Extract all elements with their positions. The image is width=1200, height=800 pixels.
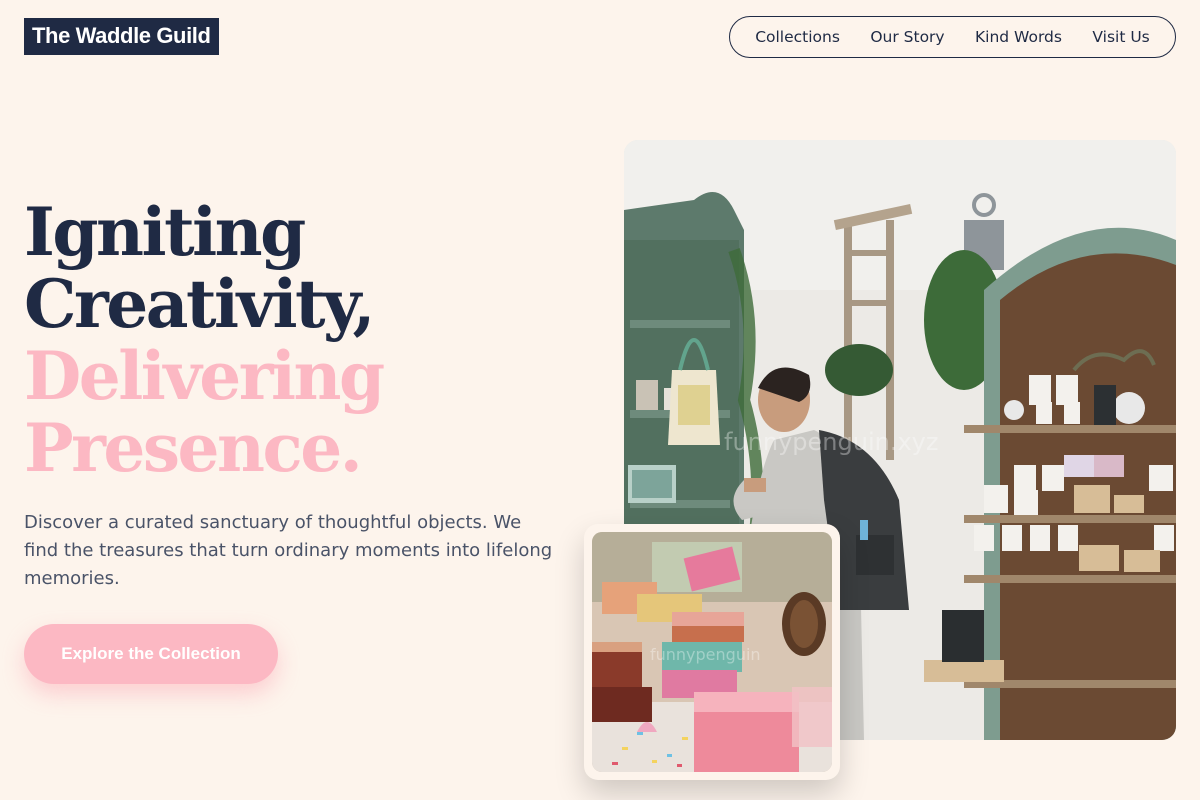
nav-item-kind-words[interactable]: Kind Words (975, 28, 1062, 46)
main-photo-watermark: funnypenguin.xyz (724, 428, 938, 456)
main-nav: Collections Our Story Kind Words Visit U… (729, 16, 1176, 58)
hero-inset-photo: funnypenguin (584, 524, 840, 780)
headline-line-1: Igniting (24, 193, 306, 271)
hero-headline: Igniting Creativity, Delivering Presence… (24, 193, 385, 487)
nav-item-our-story[interactable]: Our Story (870, 28, 944, 46)
soap-display-illustration: funnypenguin (592, 532, 832, 772)
nav-item-collections[interactable]: Collections (755, 28, 840, 46)
hero-description: Discover a curated sanctuary of thoughtf… (24, 512, 553, 589)
headline-line-2: Creativity, (24, 265, 376, 343)
headline-line-4: Presence. (24, 409, 363, 487)
headline-line-3: Delivering (24, 337, 385, 415)
brand-logo[interactable]: The Waddle Guild (24, 18, 219, 55)
inset-photo-watermark: funnypenguin (650, 645, 761, 664)
explore-collection-button[interactable]: Explore the Collection (24, 624, 278, 684)
nav-item-visit-us[interactable]: Visit Us (1092, 28, 1149, 46)
